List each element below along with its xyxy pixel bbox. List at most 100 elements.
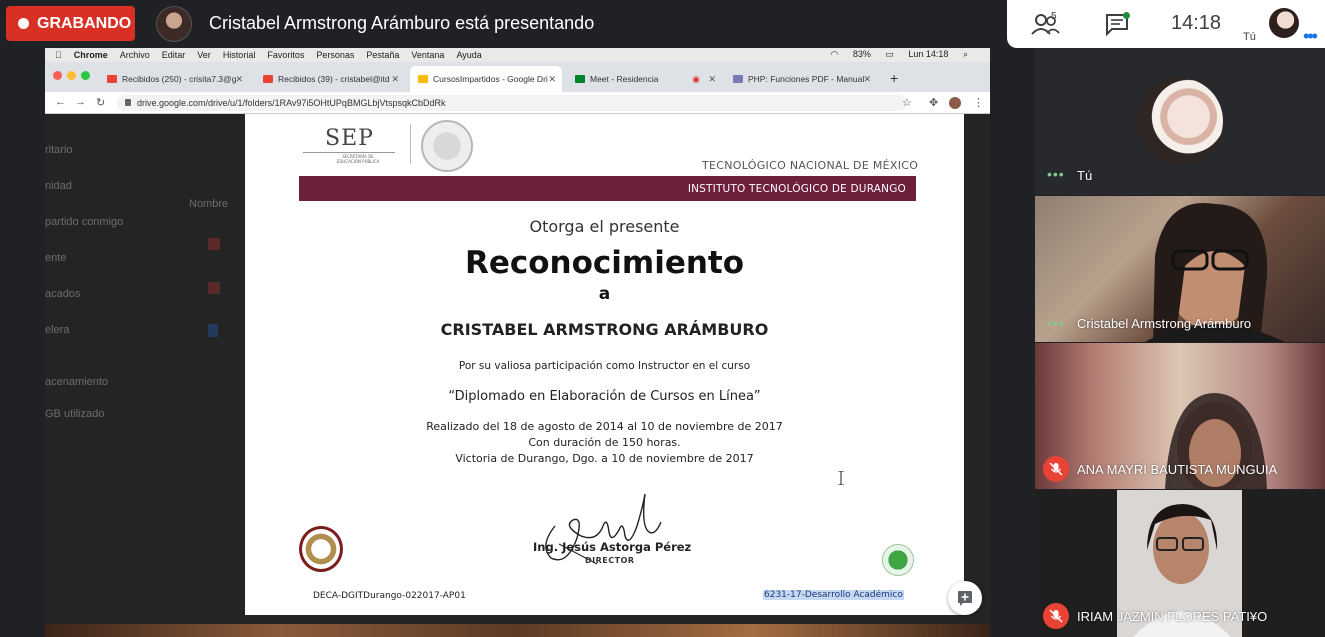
- drive-list-header[interactable]: Nombre: [189, 198, 228, 210]
- tab-label: Meet - Residencia: [590, 74, 659, 84]
- participant-tile[interactable]: IRIAM JAZMIN FLORES PATI¥O: [1035, 490, 1325, 637]
- gmail-icon: [107, 75, 117, 83]
- cert-code-left: DECA-DGITDurango-022017-AP01: [313, 591, 466, 601]
- php-icon: [733, 75, 743, 83]
- menu-item[interactable]: Ayuda: [456, 50, 481, 60]
- more-options-icon[interactable]: •••: [1303, 26, 1318, 47]
- signer-role: DIRECTOR: [585, 556, 635, 565]
- cert-duration: Con duración de 150 horas.: [528, 436, 681, 449]
- menu-item[interactable]: Favoritos: [267, 50, 304, 60]
- spotlight-search-icon[interactable]: ⌕: [963, 49, 968, 59]
- participant-tile-self[interactable]: ••• Tú: [1035, 48, 1325, 195]
- institute-name: INSTITUTO TECNOLÓGICO DE DURANGO: [687, 183, 906, 195]
- people-icon[interactable]: [1031, 12, 1067, 38]
- drive-nav-item[interactable]: elera: [45, 324, 69, 336]
- menu-item[interactable]: Chrome: [74, 50, 108, 60]
- sep-logo-rule: [303, 152, 395, 153]
- menu-item[interactable]: Ver: [197, 50, 211, 60]
- profile-avatar-icon[interactable]: [949, 97, 961, 109]
- window-zoom-icon[interactable]: [81, 71, 90, 80]
- wifi-icon[interactable]: ◠: [830, 49, 838, 59]
- participants-count: 5: [1051, 11, 1057, 22]
- presenting-banner: Cristabel Armstrong Arámburo está presen…: [209, 13, 595, 33]
- battery-icon[interactable]: ▭: [885, 49, 894, 59]
- extensions-icon[interactable]: ✥: [929, 96, 938, 109]
- forward-icon[interactable]: →: [75, 96, 86, 108]
- pdf-file-icon: [208, 282, 220, 294]
- director-signature: [545, 493, 662, 565]
- participant-name: Tú: [1077, 168, 1093, 183]
- tab-label: PHP: Funciones PDF - Manual: [748, 74, 865, 84]
- menu-item[interactable]: Ventana: [411, 50, 444, 60]
- browser-tab[interactable]: Recibidos (250) - crisita7.3@g ✕: [99, 66, 249, 92]
- drive-nav-item[interactable]: ritario: [45, 144, 73, 156]
- sep-subtitle: SECRETARÍA DE EDUCACIÓN PÚBLICA: [336, 154, 380, 164]
- speaking-indicator-icon: •••: [1047, 315, 1065, 331]
- browser-menu-icon[interactable]: ⋮: [973, 96, 984, 109]
- recording-tab-indicator-icon: ◉: [692, 73, 700, 84]
- participant-tile[interactable]: ••• Cristabel Armstrong Arámburo: [1035, 196, 1325, 342]
- window-minimize-icon[interactable]: [67, 71, 76, 80]
- browser-tab[interactable]: PHP: Funciones PDF - Manual ✕: [725, 66, 877, 92]
- participant-name: IRIAM JAZMIN FLORES PATI¥O: [1077, 609, 1268, 624]
- back-icon[interactable]: ←: [55, 96, 66, 108]
- cert-to-word: a: [598, 284, 611, 304]
- menu-item[interactable]: Personas: [316, 50, 354, 60]
- drive-nav-item[interactable]: nidad: [45, 180, 72, 192]
- tab-close-icon[interactable]: ✕: [863, 74, 871, 85]
- url-input[interactable]: drive.google.com/drive/u/1/folders/1RAv9…: [117, 95, 907, 111]
- window-close-icon[interactable]: [53, 71, 62, 80]
- browser-tab-active[interactable]: CursosImpartidos - Google Dri ✕: [410, 66, 562, 92]
- bookmark-star-icon[interactable]: ☆: [902, 96, 912, 109]
- mic-muted-indicator: [1043, 603, 1069, 629]
- cert-course: “Diplomado en Elaboración de Cursos en L…: [448, 389, 761, 404]
- menu-item[interactable]: Pestaña: [366, 50, 399, 60]
- apple-icon[interactable]: : [55, 50, 62, 60]
- drive-storage-label: acenamiento: [45, 376, 108, 388]
- cert-code-right: 6231-17-Desarrollo Académico: [763, 590, 904, 600]
- drive-nav-item[interactable]: ente: [45, 252, 66, 264]
- drive-nav-item[interactable]: partido conmigo: [45, 216, 123, 228]
- logo-divider: [410, 124, 411, 164]
- cert-recipient: CRISTABEL ARMSTRONG ARÁMBURO: [440, 320, 769, 339]
- tab-close-icon[interactable]: ✕: [548, 74, 556, 85]
- signer-name: Ing. Jesús Astorga Pérez: [533, 540, 692, 554]
- tab-close-icon[interactable]: ✕: [708, 74, 716, 85]
- drive-nav-item[interactable]: acados: [45, 288, 80, 300]
- chat-notification-dot: [1123, 12, 1130, 19]
- battery-level: 83%: [852, 49, 871, 59]
- meet-icon: [575, 75, 585, 83]
- menu-item[interactable]: Editar: [162, 50, 186, 60]
- self-thumbnail[interactable]: [1269, 8, 1299, 38]
- mic-muted-indicator: [1043, 456, 1069, 482]
- sep-logo-text: SEP: [325, 126, 374, 151]
- shared-screen:  Chrome Archivo Editar Ver Historial Fa…: [45, 48, 990, 637]
- institute-banner: INSTITUTO TECNOLÓGICO DE DURANGO: [299, 176, 916, 201]
- add-comment-button[interactable]: [948, 581, 982, 615]
- add-comment-icon: [958, 591, 972, 606]
- mic-off-icon: [1049, 609, 1063, 623]
- mexico-eagle-seal-icon: [421, 120, 473, 172]
- drive-icon: [418, 75, 428, 83]
- reload-icon[interactable]: ↻: [96, 96, 105, 109]
- mac-menu-bar:  Chrome Archivo Editar Ver Historial Fa…: [45, 48, 990, 62]
- menu-item[interactable]: Archivo: [120, 50, 150, 60]
- avatar: [1137, 78, 1223, 164]
- browser-tab[interactable]: Meet - Residencia ◉ ✕: [567, 66, 722, 92]
- doc-file-icon: [208, 324, 218, 337]
- green-seal-icon: [882, 544, 914, 576]
- tab-close-icon[interactable]: ✕: [235, 74, 243, 85]
- recording-label: GRABANDO: [37, 14, 132, 32]
- participant-tile[interactable]: ANA MAYRI BAUTISTA MUNGUIA: [1035, 343, 1325, 489]
- browser-tab-bar: Recibidos (250) - crisita7.3@g ✕ Recibid…: [45, 62, 990, 92]
- tab-close-icon[interactable]: ✕: [391, 74, 399, 85]
- new-tab-icon[interactable]: +: [890, 70, 898, 86]
- tecnm-heading: TECNOLÓGICO NACIONAL DE MÉXICO: [702, 159, 919, 172]
- cert-title: Reconocimiento: [464, 245, 745, 281]
- participant-name: Cristabel Armstrong Arámburo: [1077, 316, 1252, 331]
- browser-tab[interactable]: Recibidos (39) - cristabel@itd ✕: [255, 66, 405, 92]
- menu-item[interactable]: Historial: [223, 50, 256, 60]
- meeting-clock: 14:18: [1171, 12, 1222, 34]
- record-dot-icon: [18, 18, 29, 29]
- recording-badge[interactable]: GRABANDO: [6, 6, 135, 41]
